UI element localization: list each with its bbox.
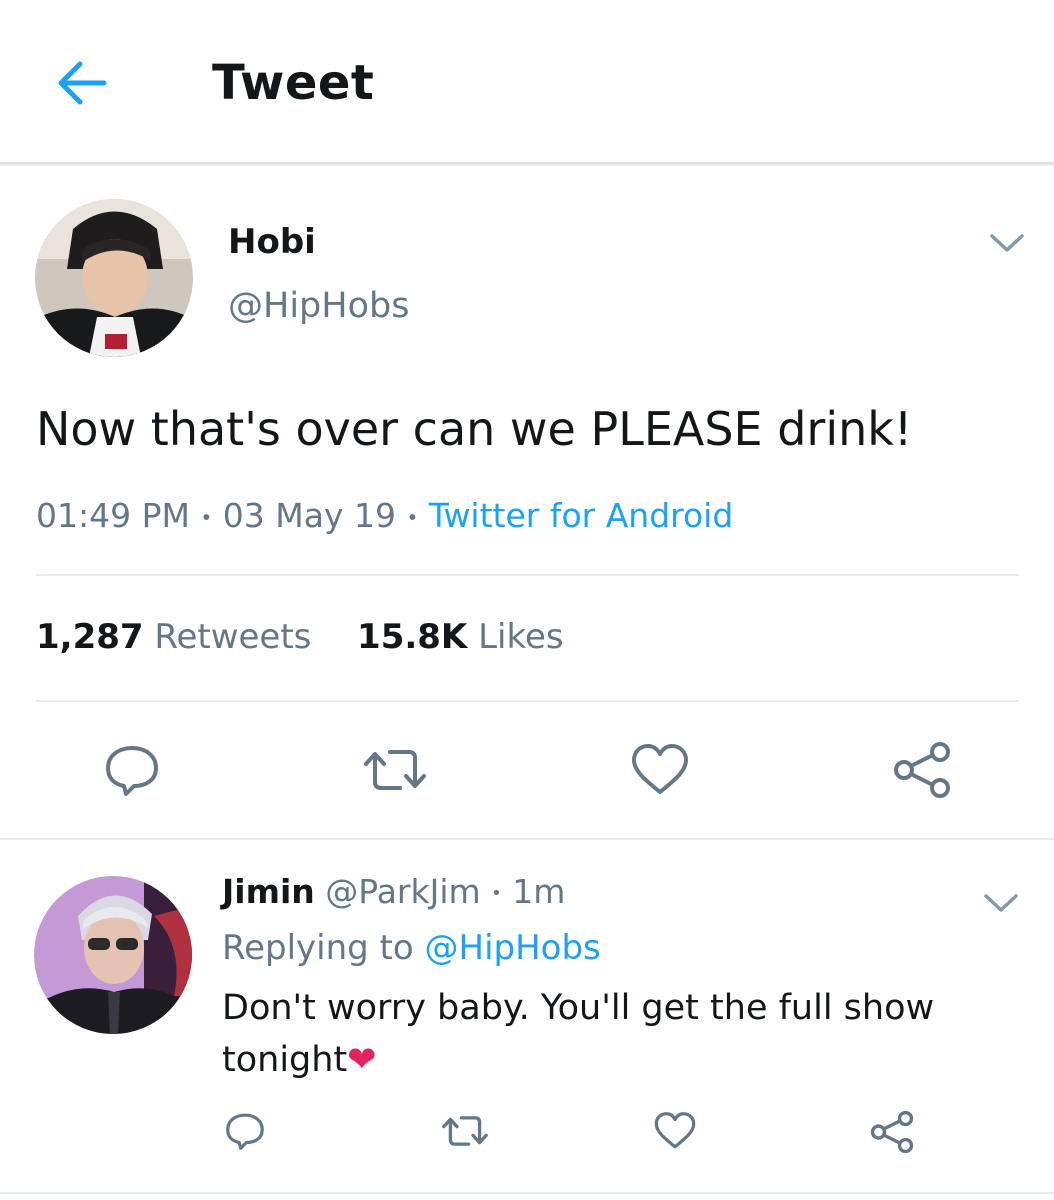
retweet-icon [364, 750, 426, 790]
meta-separator: • [406, 505, 419, 530]
reply-author-handle[interactable]: @ParkJim [325, 872, 480, 911]
reply-share-button[interactable] [868, 1108, 916, 1156]
likes-count: 15.8K [357, 617, 468, 657]
reply-retweet-button[interactable] [438, 1108, 492, 1154]
reply-text-block: Don't worry baby. You'll get the full sh… [222, 982, 962, 1086]
like-icon [654, 1112, 696, 1149]
share-icon [894, 742, 950, 798]
reply-header: Jimin @ParkJim • 1m [222, 872, 565, 911]
reply-like-button[interactable] [652, 1108, 698, 1154]
reply-avatar-photo [34, 876, 192, 1034]
replying-to-label: Replying to [222, 928, 414, 968]
avatar-photo [35, 199, 193, 357]
reply-reply-button[interactable] [222, 1108, 268, 1154]
page-title: Tweet [212, 55, 375, 111]
meta-separator: • [491, 883, 502, 904]
like-button[interactable] [628, 740, 692, 800]
share-icon [870, 1110, 914, 1154]
likes-stat[interactable]: 15.8K Likes [357, 617, 564, 657]
reply-options-button[interactable] [978, 882, 1024, 922]
reply-time: 1m [512, 872, 566, 911]
divider [36, 700, 1019, 702]
author-handle[interactable]: @HipHobs [228, 286, 409, 326]
tweet-text: Now that's over can we PLEASE drink! [36, 402, 913, 456]
replying-to-handle[interactable]: @HipHobs [425, 928, 601, 968]
replying-to: Replying to @HipHobs [222, 928, 601, 968]
chevron-down-icon [990, 234, 1024, 252]
divider [36, 574, 1019, 576]
retweets-stat[interactable]: 1,287 Retweets [36, 617, 322, 657]
meta-separator: • [200, 505, 213, 530]
tweet-source-link[interactable]: Twitter for Android [429, 496, 734, 535]
likes-label: Likes [478, 617, 564, 657]
chevron-down-icon [984, 894, 1018, 912]
like-icon [632, 744, 688, 794]
share-button[interactable] [890, 738, 954, 802]
section-divider [0, 838, 1054, 840]
reply-icon [106, 746, 158, 796]
reply-author-name[interactable]: Jimin [222, 872, 315, 911]
tweet-time: 01:49 PM [36, 496, 190, 535]
avatar[interactable] [35, 199, 193, 357]
back-button[interactable] [48, 50, 116, 118]
app-bar-shadow [0, 162, 1054, 166]
heart-emoji: ❤ [347, 1040, 377, 1080]
reply-button[interactable] [100, 740, 164, 800]
retweet-icon [442, 1116, 488, 1146]
author-name[interactable]: Hobi [228, 222, 316, 262]
tweet-stats: 1,287 Retweets 15.8K Likes [36, 617, 564, 657]
bottom-divider [0, 1192, 1054, 1194]
retweet-button[interactable] [358, 740, 432, 800]
reply-text: Don't worry baby. You'll get the full sh… [222, 988, 935, 1080]
arrow-left-icon [58, 61, 107, 105]
retweets-count: 1,287 [36, 617, 144, 657]
reply-avatar[interactable] [34, 876, 192, 1034]
retweets-label: Retweets [154, 617, 312, 657]
tweet-date: 03 May 19 [222, 496, 396, 535]
reply-icon [226, 1113, 264, 1150]
tweet-options-button[interactable] [984, 222, 1030, 262]
top-app-bar [0, 0, 1054, 162]
tweet-meta: 01:49 PM • 03 May 19 • Twitter for Andro… [36, 496, 733, 535]
